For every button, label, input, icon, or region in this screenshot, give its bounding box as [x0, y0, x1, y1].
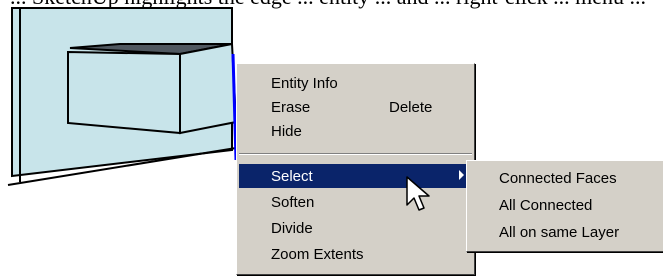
- submenu-arrow-icon: [459, 170, 464, 180]
- select-submenu: Connected Faces All Connected All on sam…: [466, 160, 663, 252]
- menu-item-divide[interactable]: Divide: [239, 216, 472, 240]
- context-menu: Entity Info Erase Delete Hide Select Sof…: [236, 63, 475, 275]
- submenu-item-all-connected[interactable]: All Connected: [469, 193, 661, 217]
- submenu-item-all-on-same-layer[interactable]: All on same Layer: [469, 220, 661, 244]
- menu-item-erase[interactable]: Erase Delete: [239, 95, 472, 119]
- menu-separator: [239, 153, 472, 155]
- mouse-pointer-icon: [406, 176, 430, 211]
- box-side-face[interactable]: [179, 42, 238, 135]
- box-front-face[interactable]: [67, 50, 181, 135]
- menu-item-soften[interactable]: Soften: [239, 190, 472, 214]
- menu-item-entity-info[interactable]: Entity Info: [239, 71, 472, 95]
- submenu-item-connected-faces[interactable]: Connected Faces: [469, 166, 661, 190]
- menu-item-zoom-extents[interactable]: Zoom Extents: [239, 242, 472, 266]
- menu-item-hide[interactable]: Hide: [239, 119, 472, 143]
- erase-shortcut: Delete: [389, 98, 433, 116]
- menu-item-select[interactable]: Select: [239, 164, 472, 188]
